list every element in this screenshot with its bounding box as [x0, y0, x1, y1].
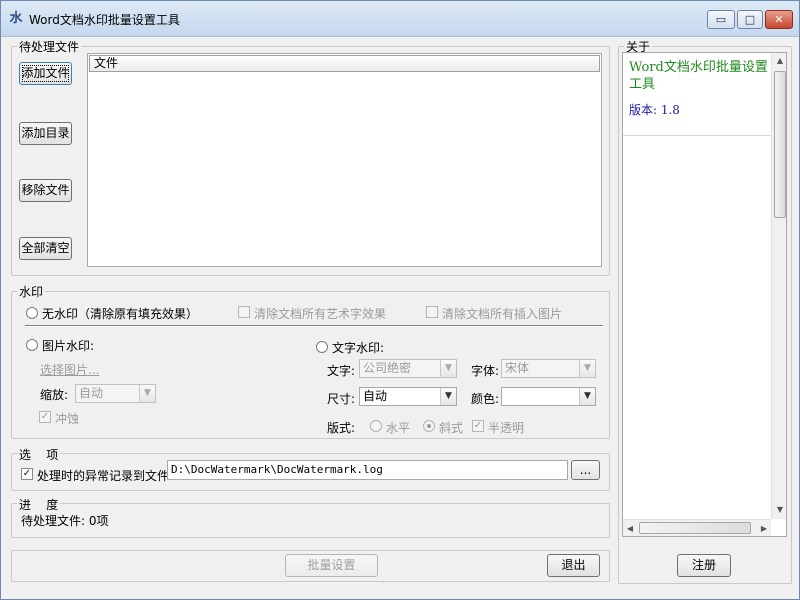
- about-vertical-scrollbar[interactable]: ▲ ▼: [771, 53, 786, 519]
- remove-file-button[interactable]: 移除文件: [19, 179, 72, 202]
- text-watermark-radio[interactable]: [316, 341, 328, 353]
- watermark-group-title: 水印: [17, 283, 46, 300]
- scale-value: 自动: [79, 386, 104, 400]
- add-directory-button[interactable]: 添加目录: [19, 122, 72, 145]
- font-select[interactable]: 宋体 ▼: [501, 359, 596, 378]
- image-watermark-label: 图片水印:: [42, 339, 95, 353]
- scale-select[interactable]: 自动 ▼: [75, 384, 156, 403]
- text-label: 文字:: [327, 364, 356, 378]
- color-select[interactable]: ▼: [501, 387, 596, 406]
- clear-images-label: 清除文档所有插入图片: [442, 307, 563, 321]
- scroll-up-icon[interactable]: ▲: [772, 56, 786, 65]
- semitransparent-label: 半透明: [488, 421, 525, 435]
- main-window: 水 Word文档水印批量设置工具 ▭ □ ✕ 待处理文件 添加文件 添加目录 移…: [0, 0, 800, 600]
- about-divider: [623, 135, 771, 136]
- minimize-button[interactable]: ▭: [707, 10, 735, 29]
- size-dropdown-icon[interactable]: ▼: [440, 388, 456, 405]
- size-value: 自动: [363, 389, 388, 403]
- washout-label: 冲蚀: [55, 412, 80, 426]
- register-button[interactable]: 注册: [677, 554, 731, 577]
- pending-files-text: 待处理文件: 0项: [21, 514, 109, 528]
- clear-all-button[interactable]: 全部清空: [19, 237, 72, 260]
- batch-set-button[interactable]: 批量设置: [285, 554, 378, 577]
- watermark-separator: [25, 325, 603, 327]
- no-watermark-radio[interactable]: [26, 307, 38, 319]
- about-version: 版本: 1.8: [629, 103, 680, 117]
- layout-label: 版式:: [327, 421, 356, 435]
- washout-checkbox[interactable]: ✓: [39, 411, 51, 423]
- about-panel: Word文档水印批量设置工具 版本: 1.8 ▲ ▼ ◀ ▶: [622, 52, 787, 537]
- close-button[interactable]: ✕: [765, 10, 793, 29]
- size-select[interactable]: 自动 ▼: [359, 387, 457, 406]
- text-watermark-label: 文字水印:: [332, 341, 385, 355]
- browse-button[interactable]: ...: [571, 460, 600, 480]
- horizontal-radio[interactable]: [370, 420, 382, 432]
- scroll-down-icon[interactable]: ▼: [772, 505, 786, 514]
- clear-wordart-checkbox[interactable]: [238, 306, 250, 318]
- font-value: 宋体: [505, 361, 530, 375]
- diagonal-radio[interactable]: [423, 420, 435, 432]
- text-dropdown-icon[interactable]: ▼: [440, 360, 456, 377]
- font-dropdown-icon[interactable]: ▼: [579, 360, 595, 377]
- log-path-input[interactable]: D:\DocWatermark\DocWatermark.log: [167, 460, 568, 480]
- title-bar[interactable]: 水 Word文档水印批量设置工具 ▭ □ ✕: [1, 1, 799, 37]
- scale-label: 缩放:: [40, 388, 69, 402]
- no-watermark-label: 无水印（清除原有填充效果）: [42, 307, 199, 321]
- color-dropdown-icon[interactable]: ▼: [579, 388, 595, 405]
- options-group-title: 选 项: [17, 446, 61, 463]
- vertical-scroll-thumb[interactable]: [774, 71, 786, 218]
- size-label: 尺寸:: [327, 392, 356, 406]
- clear-images-checkbox[interactable]: [426, 306, 438, 318]
- log-checkbox[interactable]: ✓: [21, 468, 33, 480]
- window-title: Word文档水印批量设置工具: [29, 13, 180, 27]
- text-select[interactable]: 公司绝密 ▼: [359, 359, 457, 378]
- scroll-left-icon[interactable]: ◀: [625, 524, 635, 533]
- about-app-name: Word文档水印批量设置工具: [629, 60, 768, 92]
- image-watermark-radio[interactable]: [26, 339, 38, 351]
- exit-button[interactable]: 退出: [547, 554, 600, 577]
- add-file-button[interactable]: 添加文件: [19, 62, 72, 85]
- color-label: 颜色:: [471, 392, 500, 406]
- text-value: 公司绝密: [363, 361, 412, 375]
- choose-image-link[interactable]: 选择图片...: [40, 361, 99, 378]
- file-list[interactable]: 文件: [87, 53, 602, 267]
- maximize-button[interactable]: □: [737, 10, 763, 29]
- horizontal-label: 水平: [386, 421, 411, 435]
- scale-dropdown-icon[interactable]: ▼: [139, 385, 155, 402]
- log-label: 处理时的异常记录到文件:: [37, 469, 174, 483]
- semitransparent-checkbox[interactable]: ✓: [472, 420, 484, 432]
- diagonal-label: 斜式: [439, 421, 464, 435]
- font-label: 字体:: [471, 364, 500, 378]
- files-group-title: 待处理文件: [17, 38, 82, 55]
- clear-wordart-label: 清除文档所有艺术字效果: [254, 307, 387, 321]
- scroll-right-icon[interactable]: ▶: [759, 524, 769, 533]
- horizontal-scroll-thumb[interactable]: [639, 522, 751, 534]
- about-horizontal-scrollbar[interactable]: ◀ ▶: [623, 519, 771, 536]
- file-column-header[interactable]: 文件: [89, 55, 600, 72]
- progress-group-title: 进 度: [17, 496, 61, 513]
- word-watermark-app-icon: 水: [9, 11, 23, 26]
